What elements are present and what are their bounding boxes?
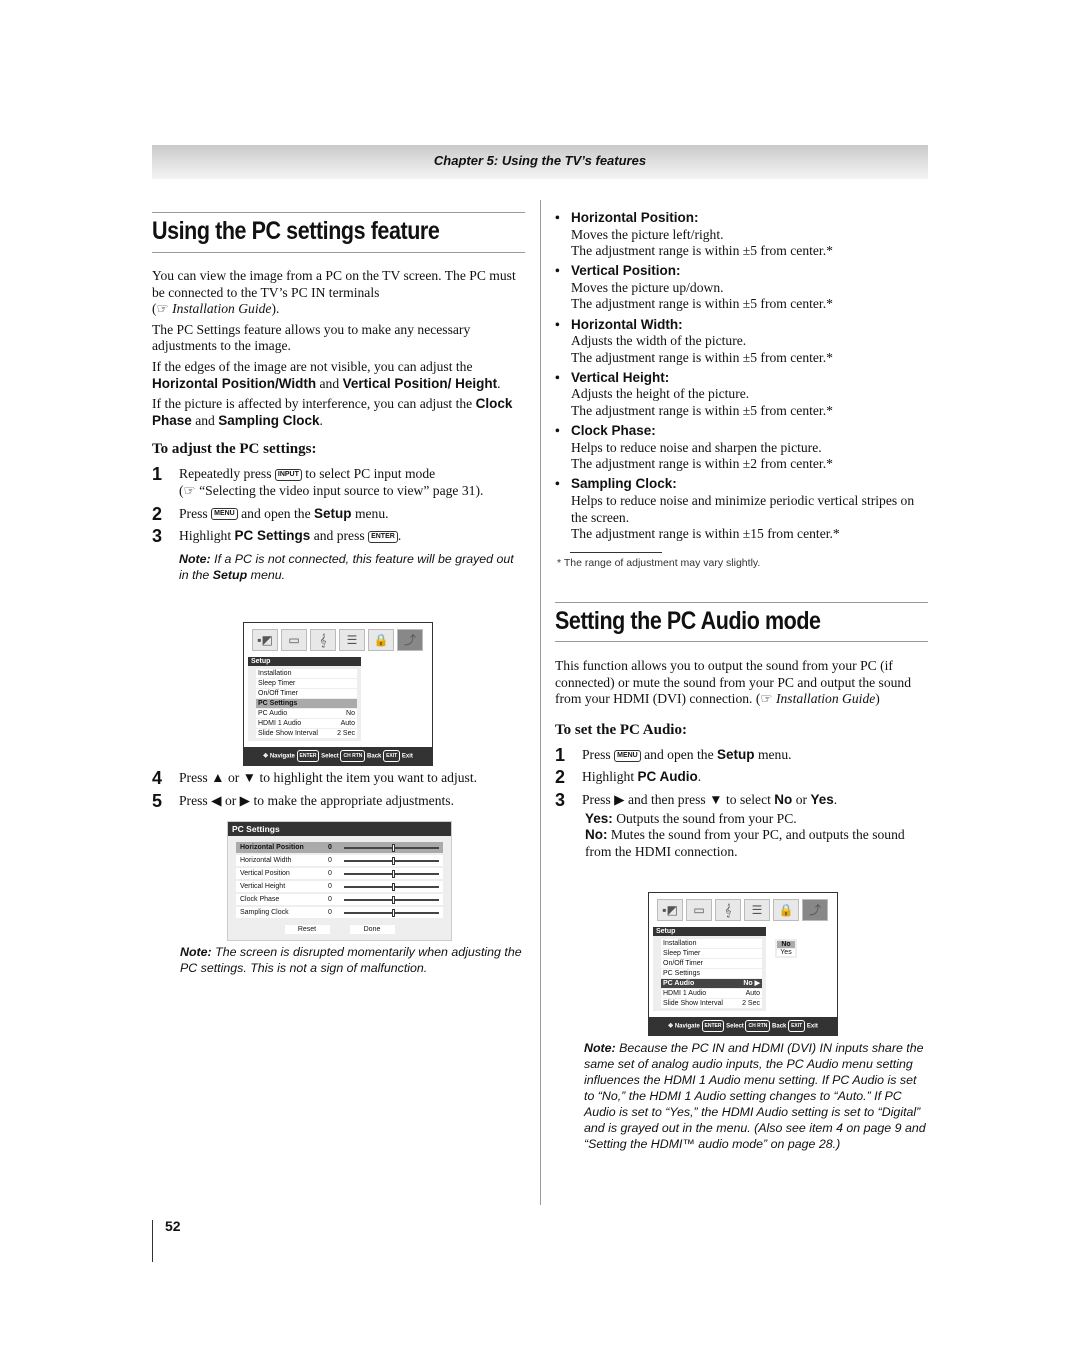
menu-item: PC Settings: [256, 699, 357, 708]
preferences-icon: ☰: [339, 629, 365, 651]
menu-item: Slide Show Interval 2 Sec: [661, 999, 762, 1008]
audio-icon: 𝄞: [715, 899, 741, 921]
menu-item: HDMI 1 Audio Auto: [256, 719, 357, 728]
note: Note: The screen is disrupted momentaril…: [180, 945, 522, 975]
setup-menu-screenshot: ▪◩ ▭ 𝄞 ☰ 🔒 ⤴ Setup Installation Sleep Timer On/…: [243, 622, 433, 766]
picture-icon: ▪◩: [252, 629, 278, 651]
slider-thumb: [391, 856, 395, 865]
column-divider: [540, 200, 541, 1205]
slider: [344, 908, 439, 917]
setup-icon: ⤴: [802, 899, 828, 921]
subheading: To set the PC Audio:: [555, 721, 687, 738]
pc-setting-row: Horizontal Position 0: [236, 842, 443, 853]
right-column: Horizontal Position:Moves the picture le…: [555, 210, 928, 546]
setup-icon: ⤴: [397, 629, 423, 651]
pc-setting-row: Vertical Position 0: [236, 868, 443, 879]
menu-item: Installation: [661, 939, 762, 948]
menu-item: Installation: [256, 669, 357, 678]
input-button-icon: INPUT: [274, 469, 302, 482]
paragraph: If the picture is affected by interferen…: [152, 396, 513, 428]
menu-item: Sleep Timer: [256, 679, 357, 688]
step-2: 2 Press MENU and open the Setup menu.: [152, 503, 389, 524]
intro-paragraph: You can view the image from a PC on the …: [152, 268, 516, 317]
slider: [344, 869, 439, 878]
menu-item: On/Off Timer: [661, 959, 762, 968]
pc-audio-menu-screenshot: ▪◩ ▭ 𝄞 ☰ 🔒 ⤴ Setup Installation Sleep Timer On/…: [648, 892, 838, 1036]
preferences-icon: ☰: [744, 899, 770, 921]
footnote-rule: [570, 552, 662, 553]
page-number-rule: [152, 1220, 153, 1262]
slider-thumb: [391, 908, 395, 917]
step-4: 4 Press ▲ or ▼ to highlight the item you …: [152, 768, 478, 788]
slider: [344, 843, 439, 852]
menu-icons: ▪◩ ▭ 𝄞 ☰ 🔒 ⤴: [252, 629, 424, 651]
step-2: 2 Highlight PC Audio.: [555, 767, 702, 788]
setting-description: Vertical Position:Moves the picture up/d…: [555, 263, 928, 313]
step-3: 3 Press ▶ and then press ▼ to select No o…: [555, 789, 838, 810]
menu-item: On/Off Timer: [256, 689, 357, 698]
setting-description: Horizontal Width:Adjusts the width of th…: [555, 317, 928, 367]
enter-button-icon: ENTER: [368, 531, 398, 543]
pc-setting-row: Vertical Height 0: [236, 881, 443, 892]
menu-button-icon: MENU: [211, 508, 238, 521]
menu-item: Slide Show Interval 2 Sec: [256, 729, 357, 738]
step-5: 5 Press ◀ or ▶ to make the appropriate ad…: [152, 790, 454, 811]
setting-description: Clock Phase:Helps to reduce noise and sh…: [555, 423, 928, 473]
paragraph: If the edges of the image are not visibl…: [152, 358, 501, 391]
slider-thumb: [391, 869, 395, 878]
screen-icon: ▭: [686, 899, 712, 921]
option-list: No Yes: [775, 939, 797, 958]
slider: [344, 856, 439, 865]
step-1: 1 Repeatedly press INPUT to select PC inp…: [152, 464, 484, 498]
screen-icon: ▭: [281, 629, 307, 651]
left-column: Using the PC settings feature You can vi…: [152, 212, 525, 583]
note: Note: If a PC is not connected, this fea…: [179, 551, 514, 582]
note: Note: Because the PC IN and HDMI (DVI) I…: [584, 1041, 926, 1151]
pc-setting-row: Sampling Clock 0: [236, 907, 443, 918]
subheading: To adjust the PC settings:: [152, 441, 317, 458]
step-3: 3 Highlight PC Settings and press ENTER.: [152, 526, 402, 547]
slider: [344, 895, 439, 904]
reset-button: Reset: [284, 925, 330, 934]
slider-thumb: [391, 843, 395, 852]
setting-description: Vertical Height:Adjusts the height of th…: [555, 370, 928, 420]
paragraph: The PC Settings feature allows you to ma…: [152, 321, 471, 354]
audio-icon: 𝄞: [310, 629, 336, 651]
slider-thumb: [391, 882, 395, 891]
picture-icon: ▪◩: [657, 899, 683, 921]
lock-icon: 🔒: [368, 629, 394, 651]
menu-item: PC Settings: [661, 969, 762, 978]
lock-icon: 🔒: [773, 899, 799, 921]
setting-description: Sampling Clock:Helps to reduce noise and…: [555, 476, 928, 542]
menu-item: Sleep Timer: [661, 949, 762, 958]
option-yes: Yes: [777, 949, 795, 956]
pc-setting-row: Clock Phase 0: [236, 894, 443, 905]
page-title: Using the PC settings feature: [152, 217, 440, 245]
setting-description: Horizontal Position:Moves the picture le…: [555, 210, 928, 260]
option-no: No: [777, 941, 795, 948]
menu-item: PC Audio No ▶: [661, 979, 762, 988]
menu-item: HDMI 1 Audio Auto: [661, 989, 762, 998]
paragraph: This function allows you to output the s…: [555, 658, 912, 707]
step-1: 1 Press MENU and open the Setup menu.: [555, 744, 792, 765]
pc-setting-row: Horizontal Width 0: [236, 855, 443, 866]
pc-settings-screenshot: PC Settings Horizontal Position 0 Horizont…: [227, 821, 452, 941]
section-title: Setting the PC Audio mode: [555, 607, 821, 635]
chapter-header: Chapter 5: Using the TV’s features: [152, 145, 928, 179]
footnote: * The range of adjustment may vary sligh…: [557, 557, 761, 569]
menu-item: PC Audio No: [256, 709, 357, 718]
slider-thumb: [391, 895, 395, 904]
menu-button-icon: MENU: [614, 749, 641, 762]
page-number: 52: [165, 1218, 181, 1234]
done-button: Done: [349, 925, 395, 934]
slider: [344, 882, 439, 891]
menu-footer: ✥ Navigate ENTER Select CH RTN Back EXIT…: [244, 747, 432, 765]
